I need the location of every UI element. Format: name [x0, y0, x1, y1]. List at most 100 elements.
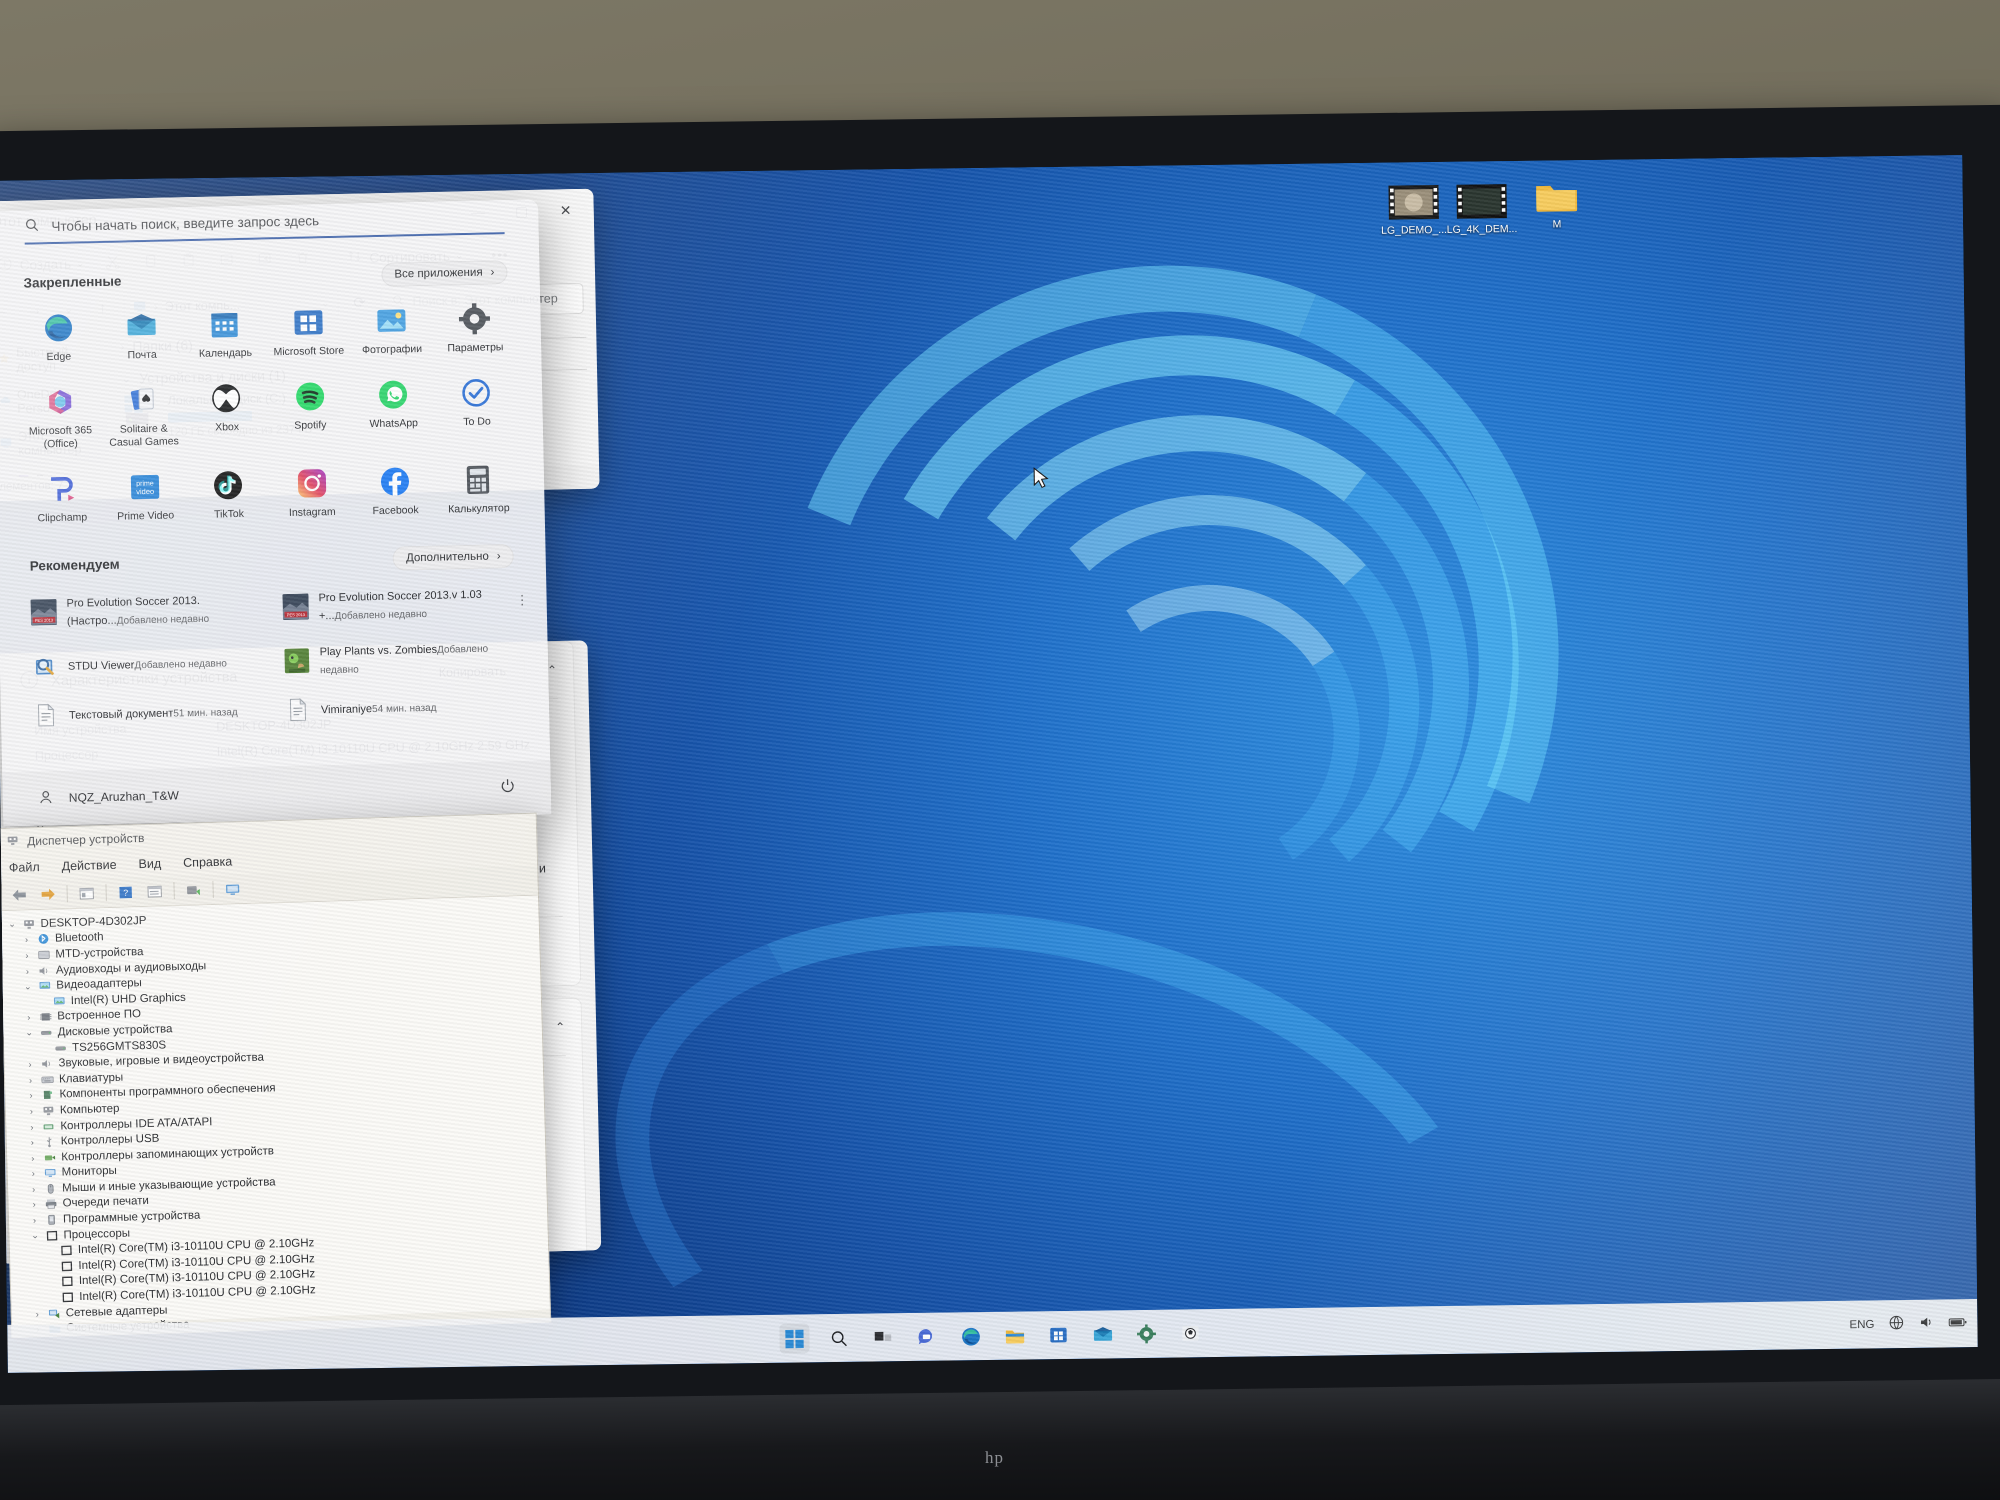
pinned-app[interactable]: Калькулятор: [436, 457, 521, 523]
desktop-icon[interactable]: M: [1510, 178, 1603, 232]
monitor-icon[interactable]: [222, 879, 243, 899]
pinned-app-label: Edge: [46, 350, 72, 364]
collapse-icon[interactable]: ⌃: [545, 1020, 565, 1034]
recommended-item[interactable]: Play Plants vs. ZombiesДобавлено недавно: [277, 631, 522, 684]
device-tree-label: MTD-устройства: [55, 946, 144, 961]
ide-controller-icon: [42, 1120, 55, 1132]
pinned-app[interactable]: Фотографии: [349, 298, 434, 364]
menu-view[interactable]: Вид: [138, 856, 161, 871]
pinned-app[interactable]: Clipchamp: [20, 466, 105, 532]
speaker-icon[interactable]: [1918, 1314, 1934, 1333]
pinned-app-label: Instagram: [288, 506, 336, 520]
microsoft-store-icon[interactable]: [1043, 1320, 1073, 1350]
device-manager-window[interactable]: Диспетчер устройств Файл Действие Вид Сп…: [0, 812, 552, 1339]
pinned-app[interactable]: Solitaire & Casual Games: [101, 377, 186, 456]
device-tree-label: Процессоры: [63, 1227, 131, 1242]
pinned-app[interactable]: Edge: [16, 305, 101, 371]
chevron-down-icon[interactable]: ⌄: [29, 1230, 40, 1241]
more-recommended-button[interactable]: Дополнительно ›: [392, 543, 514, 571]
pes-game-icon: PES 2013: [30, 598, 58, 626]
tray-language[interactable]: ENG: [1849, 1318, 1874, 1330]
chevron-down-icon[interactable]: ⌄: [24, 1028, 35, 1039]
recommended-item[interactable]: PES 2013 Pro Evolution Soccer 2013.(Настр…: [24, 583, 269, 636]
pinned-app[interactable]: Почта: [99, 303, 184, 369]
list-icon[interactable]: [144, 881, 165, 901]
chevron-down-icon[interactable]: ⌄: [6, 919, 17, 930]
chevron-right-icon[interactable]: ›: [27, 1137, 38, 1147]
help-icon[interactable]: ?: [115, 882, 136, 902]
chevron-right-icon[interactable]: ›: [32, 1309, 43, 1319]
device-tree-label: Дисковые устройства: [57, 1023, 173, 1039]
search-icon[interactable]: [823, 1323, 853, 1353]
all-apps-button[interactable]: Все приложения ›: [381, 260, 508, 287]
close-button[interactable]: ✕: [543, 195, 588, 226]
recommended-item-title: Play Plants vs. Zombies: [319, 643, 438, 658]
settings-gear-icon[interactable]: [1131, 1319, 1161, 1349]
chevron-right-icon[interactable]: ›: [24, 1059, 35, 1069]
pinned-app[interactable]: Microsoft Store: [266, 300, 351, 366]
battery-icon[interactable]: [1948, 1315, 1967, 1331]
recommended-item[interactable]: PES 2013 Pro Evolution Soccer 2013.v 1.03…: [276, 577, 521, 630]
start-menu[interactable]: Чтобы начать поиск, введите запрос здесь…: [0, 199, 552, 827]
chevron-right-icon[interactable]: ›: [29, 1215, 40, 1225]
todo-icon: [460, 377, 493, 410]
desktop-icon-label: M: [1552, 218, 1562, 231]
start-windows-icon[interactable]: [779, 1323, 810, 1354]
chevron-right-icon[interactable]: ›: [29, 1200, 40, 1210]
menu-action[interactable]: Действие: [61, 858, 116, 874]
properties-icon[interactable]: [76, 883, 97, 903]
power-icon[interactable]: [498, 777, 516, 800]
recommended-item[interactable]: Vimiraniye54 мин. назад: [279, 685, 524, 728]
pinned-app[interactable]: Параметры: [433, 296, 518, 362]
back-arrow-icon[interactable]: [8, 885, 29, 905]
widgets-chat-icon[interactable]: [911, 1322, 941, 1352]
chevron-right-icon[interactable]: ›: [28, 1168, 39, 1179]
chevron-right-icon[interactable]: ›: [28, 1184, 39, 1194]
file-explorer-icon[interactable]: [999, 1320, 1029, 1350]
recommended-item[interactable]: Текстовый документ51 мин. назад: [27, 691, 272, 734]
chevron-right-icon[interactable]: ›: [26, 1106, 37, 1116]
menu-file[interactable]: Файл: [9, 860, 40, 875]
edge-icon[interactable]: [955, 1321, 985, 1351]
pinned-app[interactable]: WhatsApp: [351, 372, 436, 451]
pinned-app[interactable]: Spotify: [268, 374, 353, 453]
recommended-item-title: STDU Viewer: [67, 658, 135, 673]
task-view-icon[interactable]: [867, 1322, 897, 1352]
device-tree-label: Очереди печати: [62, 1195, 150, 1210]
edge-icon: [42, 312, 75, 345]
pinned-page-indicator[interactable]: ⋮: [515, 592, 528, 607]
pinned-app[interactable]: prime video Prime Video: [103, 465, 188, 531]
scan-hardware-icon[interactable]: [183, 880, 204, 900]
computer-icon: [22, 918, 35, 930]
device-tree[interactable]: ⌄ DESKTOP-4D302JP › Bluetooth › MTD-устройств…: [0, 895, 550, 1335]
chevron-right-icon[interactable]: ›: [25, 1091, 36, 1101]
chevron-right-icon[interactable]: ›: [21, 935, 32, 945]
device-manager-icon: [6, 834, 19, 850]
mail-icon[interactable]: [1087, 1319, 1117, 1349]
pinned-app[interactable]: Календарь: [183, 301, 268, 367]
chevron-right-icon[interactable]: ›: [27, 1153, 38, 1163]
photo-background: hp LG_DEMO_... LG_4K_DEM... M ✕ ⌃ и ⌃ Чт…: [0, 0, 2000, 1500]
pinned-app[interactable]: Microsoft 365 (Office): [18, 379, 103, 458]
stdu-viewer-icon: [32, 653, 59, 680]
recommended-item[interactable]: STDU ViewerДобавлено недавно: [25, 637, 270, 690]
pinned-app[interactable]: To Do: [434, 370, 519, 449]
forward-arrow-icon[interactable]: [37, 884, 58, 904]
menu-help[interactable]: Справка: [183, 854, 232, 869]
chevron-right-icon[interactable]: ›: [23, 1013, 34, 1023]
pinned-app[interactable]: Facebook: [353, 459, 438, 525]
pes-game-icon[interactable]: [1175, 1318, 1205, 1348]
globe-icon[interactable]: [1888, 1315, 1904, 1334]
speaker-icon: [40, 1058, 53, 1070]
pinned-app[interactable]: Xbox: [184, 375, 269, 454]
chevron-right-icon[interactable]: ›: [21, 950, 32, 960]
chevron-right-icon[interactable]: ›: [26, 1122, 37, 1132]
chevron-right-icon[interactable]: ›: [25, 1075, 36, 1085]
pinned-app[interactable]: TikTok: [186, 463, 271, 529]
user-account-button[interactable]: NQZ_Aruzhan_T&W: [37, 778, 499, 809]
spotify-icon: [293, 380, 326, 413]
chevron-right-icon[interactable]: ›: [22, 966, 33, 976]
chevron-down-icon[interactable]: ⌄: [22, 981, 33, 992]
svg-text:video: video: [136, 487, 154, 496]
pinned-app[interactable]: Instagram: [270, 461, 355, 527]
